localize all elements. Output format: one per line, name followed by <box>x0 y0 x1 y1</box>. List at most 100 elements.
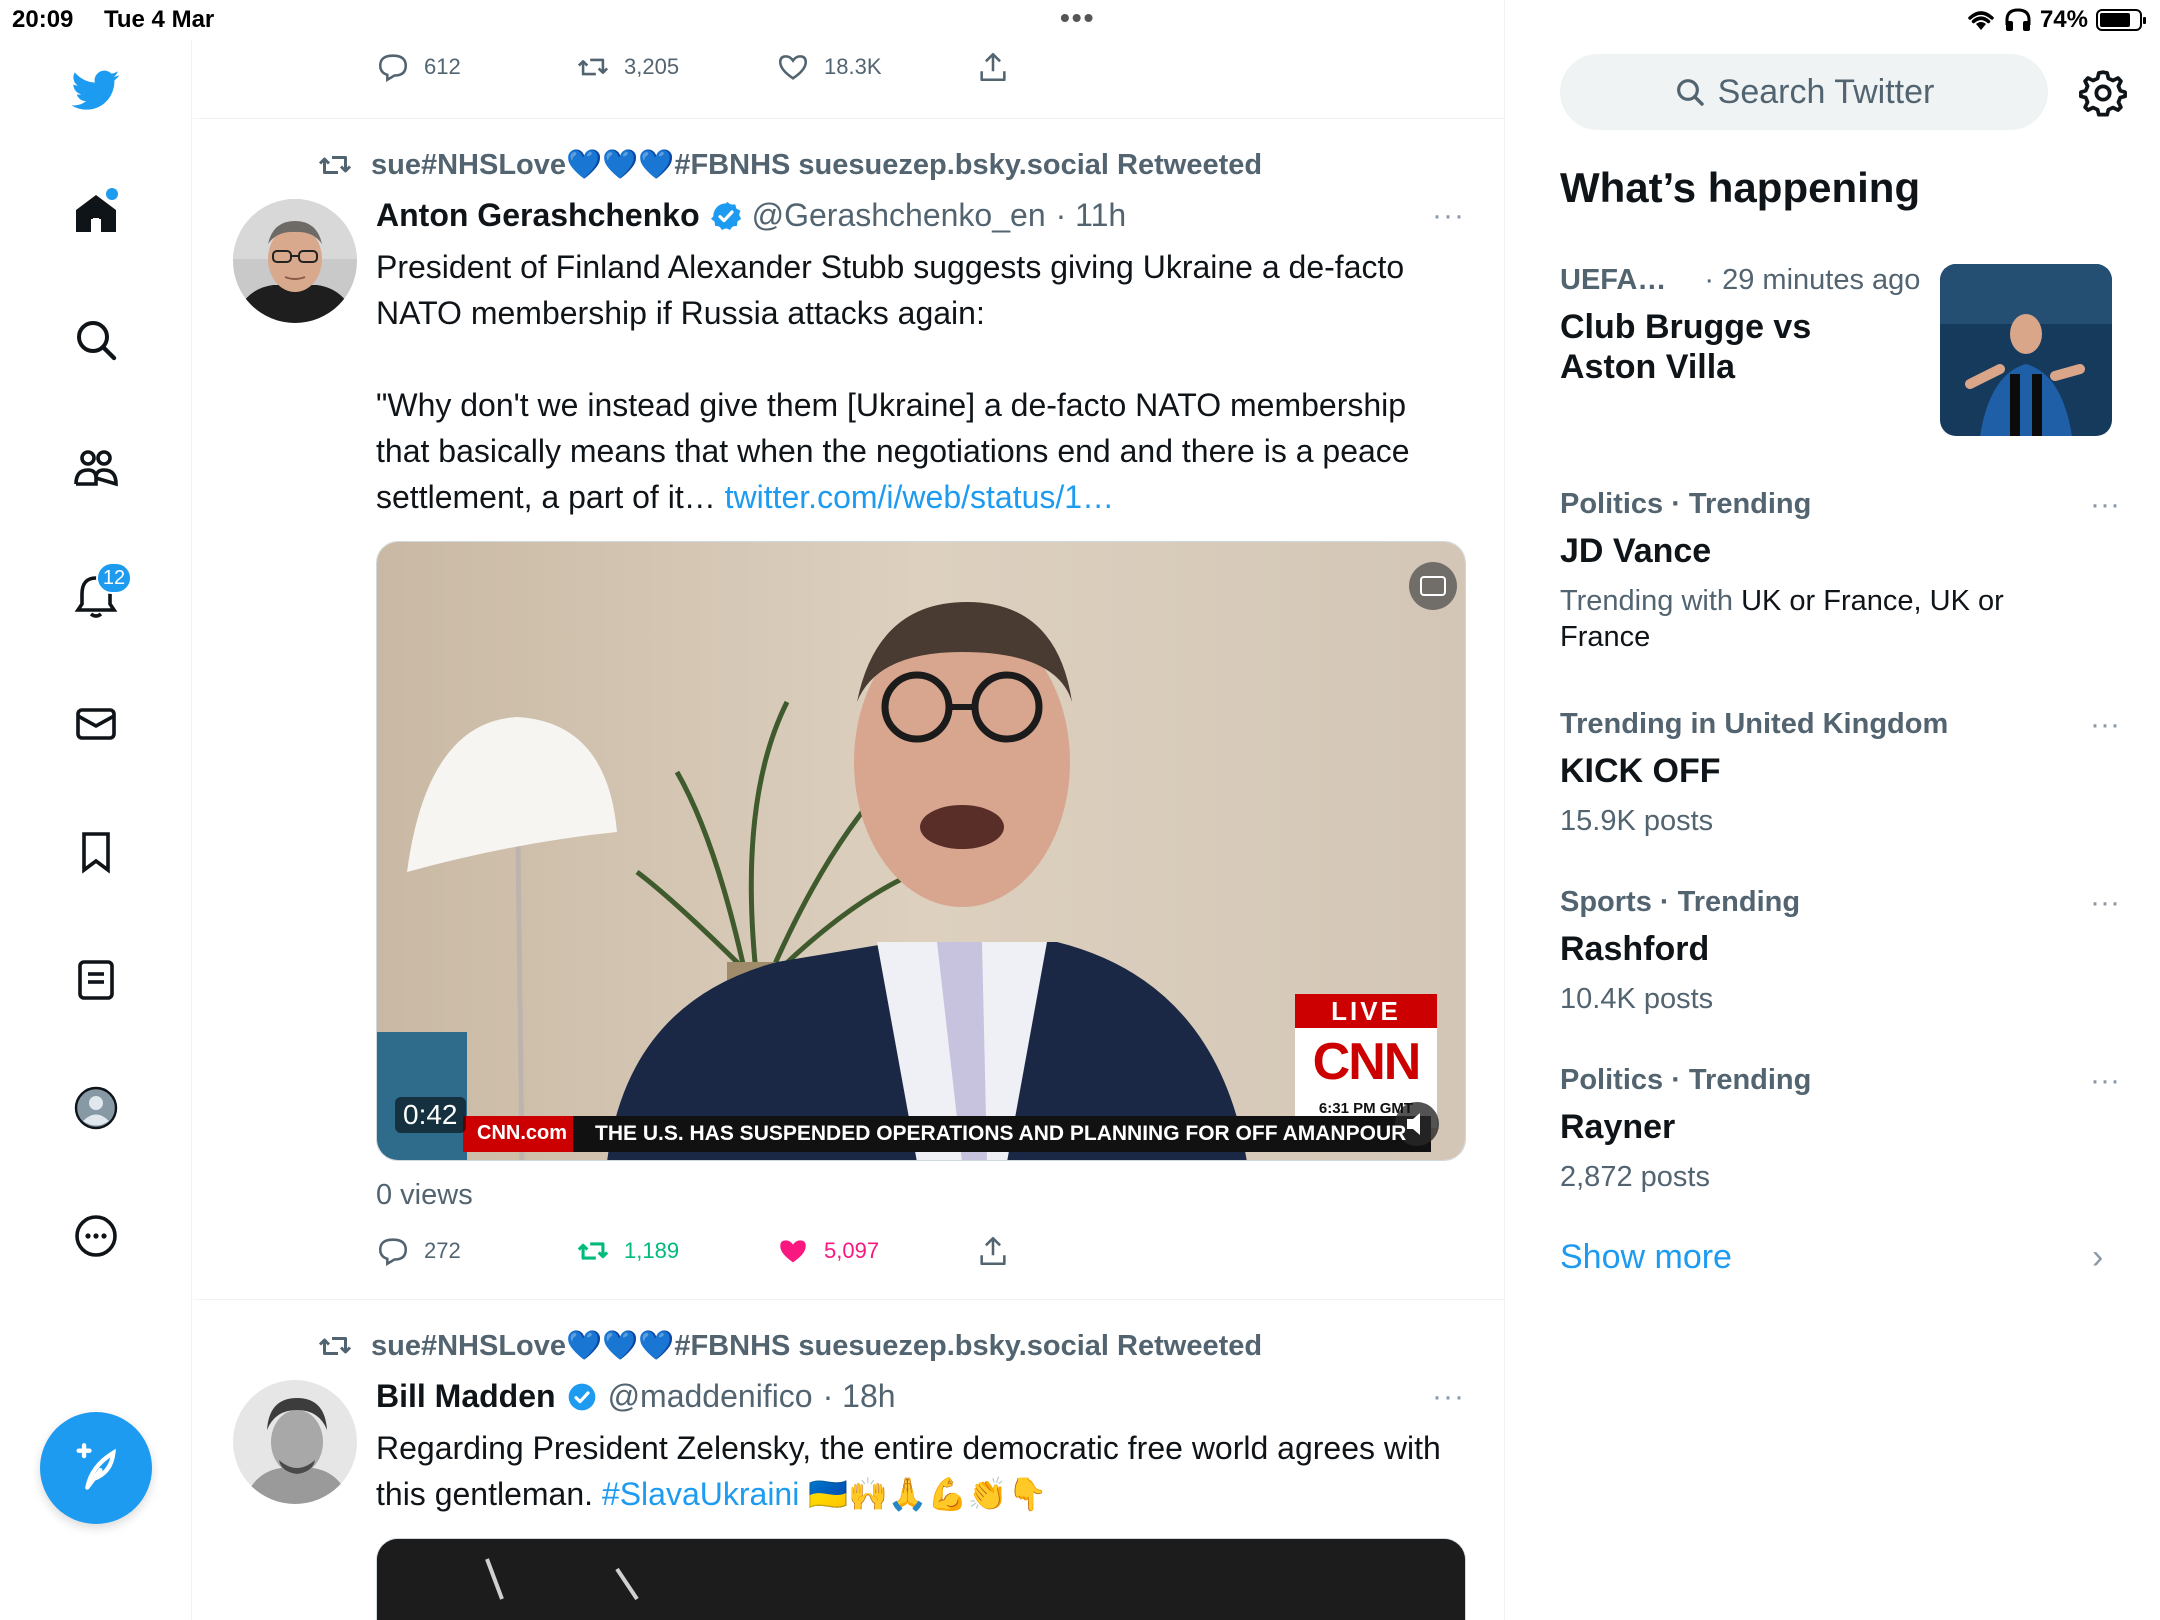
trend-more-button[interactable]: ··· <box>2090 1064 2120 1098</box>
like-button[interactable]: 5,097 <box>776 1234 879 1268</box>
hashtag-link[interactable]: #SlavaUkraini <box>602 1476 799 1512</box>
nav-explore[interactable] <box>66 310 126 370</box>
profile-avatar-icon <box>74 1086 118 1130</box>
trend-more-button[interactable]: ··· <box>2090 708 2120 742</box>
show-more-link[interactable]: Show more <box>1560 1238 1732 1277</box>
tweet-text-paragraph-1: President of Finland Alexander Stubb sug… <box>376 249 1405 331</box>
search-input[interactable]: Search Twitter <box>1560 54 2048 130</box>
heart-icon <box>778 55 808 80</box>
author-handle[interactable]: @Gerashchenko_en <box>752 197 1046 234</box>
author-name[interactable]: Bill Madden <box>376 1378 556 1415</box>
nav-communities[interactable] <box>66 438 126 498</box>
like-button[interactable]: 18.3K <box>776 50 882 84</box>
trend-item[interactable]: Trending in United Kingdom ··· KICK OFF … <box>1560 708 2120 839</box>
nav-notifications[interactable]: 12 <box>66 562 132 626</box>
trend-category: Sports · Trending <box>1560 886 1801 918</box>
tweet-card[interactable]: sue#NHSLove💙💙💙#FBNHS suesuezep.bsky.soci… <box>193 1300 1504 1620</box>
trend-item[interactable]: Sports · Trending ··· Rashford 10.4K pos… <box>1560 886 2120 1017</box>
view-count: 0 views <box>376 1179 473 1211</box>
avatar[interactable] <box>233 1380 357 1504</box>
retweet-button[interactable]: 1,189 <box>576 1234 679 1268</box>
verified-badge-icon <box>710 201 741 230</box>
trend-thumbnail[interactable] <box>1940 264 2112 436</box>
wifi-icon <box>1968 11 1994 30</box>
tweet-time[interactable]: · 18h <box>823 1378 896 1415</box>
tweet-card[interactable]: sue#NHSLove💙💙💙#FBNHS suesuezep.bsky.soci… <box>193 119 1504 1299</box>
trend-more-button[interactable]: ··· <box>2090 886 2120 920</box>
retweeted-by-line: sue#NHSLove💙💙💙#FBNHS suesuezep.bsky.soci… <box>317 1328 1262 1364</box>
share-icon <box>980 1236 1006 1266</box>
like-count: 5,097 <box>824 1238 880 1263</box>
home-unread-dot <box>106 188 118 200</box>
trend-category: Politics · Trending <box>1560 488 1812 520</box>
trend-post-count: 10.4K posts <box>1560 983 1714 1015</box>
trend-subtext: Trending with UK or France, UK or France <box>1560 583 2040 655</box>
search-placeholder: Search Twitter <box>1717 72 1935 111</box>
trend-item[interactable]: Politics · Trending ··· Rayner 2,872 pos… <box>1560 1064 2120 1195</box>
bookmark-icon <box>82 832 110 874</box>
status-right: 74% <box>1966 6 2146 34</box>
trend-sub-prefix: Trending with <box>1560 585 1742 617</box>
retweet-button[interactable]: 3,205 <box>576 50 679 84</box>
nav-lists[interactable] <box>66 950 126 1010</box>
retweet-count: 1,189 <box>624 1238 680 1263</box>
trend-category: Trending in United Kingdom <box>1560 708 1949 740</box>
retweeted-by-text[interactable]: sue#NHSLove💙💙💙#FBNHS suesuezep.bsky.soci… <box>371 1329 1262 1363</box>
reply-count: 612 <box>424 54 461 79</box>
tweet-time[interactable]: · 11h <box>1056 197 1127 234</box>
nav-more[interactable] <box>66 1206 126 1266</box>
reply-button[interactable]: 612 <box>376 50 461 84</box>
retweeted-by-text[interactable]: sue#NHSLove💙💙💙#FBNHS suesuezep.bsky.soci… <box>371 148 1262 182</box>
battery-icon <box>2096 9 2146 31</box>
headphones-icon <box>2005 8 2031 31</box>
nav-bookmarks[interactable] <box>66 822 126 882</box>
retweet-icon <box>577 58 609 76</box>
communities-icon <box>74 450 118 487</box>
right-sidebar: Search Twitter What’s happening UEFA… · … <box>1506 40 2160 1620</box>
more-circle-icon <box>75 1215 117 1257</box>
reply-icon <box>378 1238 408 1267</box>
ticker-source: CNN.com <box>477 1122 568 1144</box>
twitter-logo-icon[interactable] <box>66 60 126 120</box>
list-icon <box>78 960 114 1000</box>
retweet-icon <box>318 1337 352 1355</box>
reply-count: 272 <box>424 1238 461 1263</box>
tweet-link[interactable]: twitter.com/i/web/status/1… <box>725 479 1114 515</box>
avatar[interactable] <box>233 199 357 323</box>
trend-category: Politics · Trending <box>1560 1064 1812 1096</box>
trend-category: UEFA… <box>1560 264 1667 296</box>
share-button[interactable] <box>976 50 1010 84</box>
avatar-photo <box>233 199 357 323</box>
timeline: 612 3,205 18.3K sue#NHSLove💙💙💙#FBNHS sue… <box>193 0 1505 1620</box>
notifications-badge: 12 <box>96 562 132 594</box>
heart-filled-icon <box>780 1240 806 1263</box>
share-button[interactable] <box>976 1234 1010 1268</box>
trend-item[interactable]: Politics · Trending ··· JD Vance Trendin… <box>1560 488 2120 655</box>
tweet-actions: 272 1,189 5,097 <box>376 1234 1276 1274</box>
nav-home[interactable] <box>66 184 126 244</box>
author-handle[interactable]: @maddenifico <box>608 1378 813 1415</box>
reply-button[interactable]: 272 <box>376 1234 461 1268</box>
cnn-time: 6:31 PM GMT <box>1318 1100 1414 1117</box>
nav-profile[interactable] <box>66 1078 126 1138</box>
tweet-video[interactable]: LIVE CNN 6:31 PM GMT 0:42 CNN.com THE U.… <box>376 541 1466 1161</box>
trend-category-row: UEFA… · 29 minutes ago <box>1560 264 1940 297</box>
tweet-header: Bill Madden @maddenifico · 18h <box>376 1378 896 1415</box>
settings-gear-icon[interactable] <box>2078 68 2128 118</box>
retweet-icon <box>318 156 352 174</box>
battery-percent: 74% <box>2039 6 2088 33</box>
ticker-text: THE U.S. HAS SUSPENDED OPERATIONS AND PL… <box>595 1122 1406 1146</box>
share-icon <box>980 52 1006 82</box>
author-name[interactable]: Anton Gerashchenko <box>376 197 700 234</box>
trend-post-count: 15.9K posts <box>1560 805 1714 837</box>
trend-time: · 29 minutes ago <box>1704 264 1921 296</box>
compose-tweet-button[interactable] <box>40 1412 152 1524</box>
tweet-more-button[interactable]: ··· <box>1432 199 1465 233</box>
tweet-media[interactable] <box>376 1538 1466 1620</box>
trend-more-button[interactable]: ··· <box>2090 488 2120 522</box>
chevron-right-icon: › <box>2092 1238 2104 1276</box>
nav-messages[interactable] <box>66 694 126 754</box>
tweet-more-button[interactable]: ··· <box>1432 1380 1465 1414</box>
reply-icon <box>378 54 408 83</box>
trend-item[interactable]: UEFA… · 29 minutes ago Club Brugge vs As… <box>1560 264 1940 387</box>
